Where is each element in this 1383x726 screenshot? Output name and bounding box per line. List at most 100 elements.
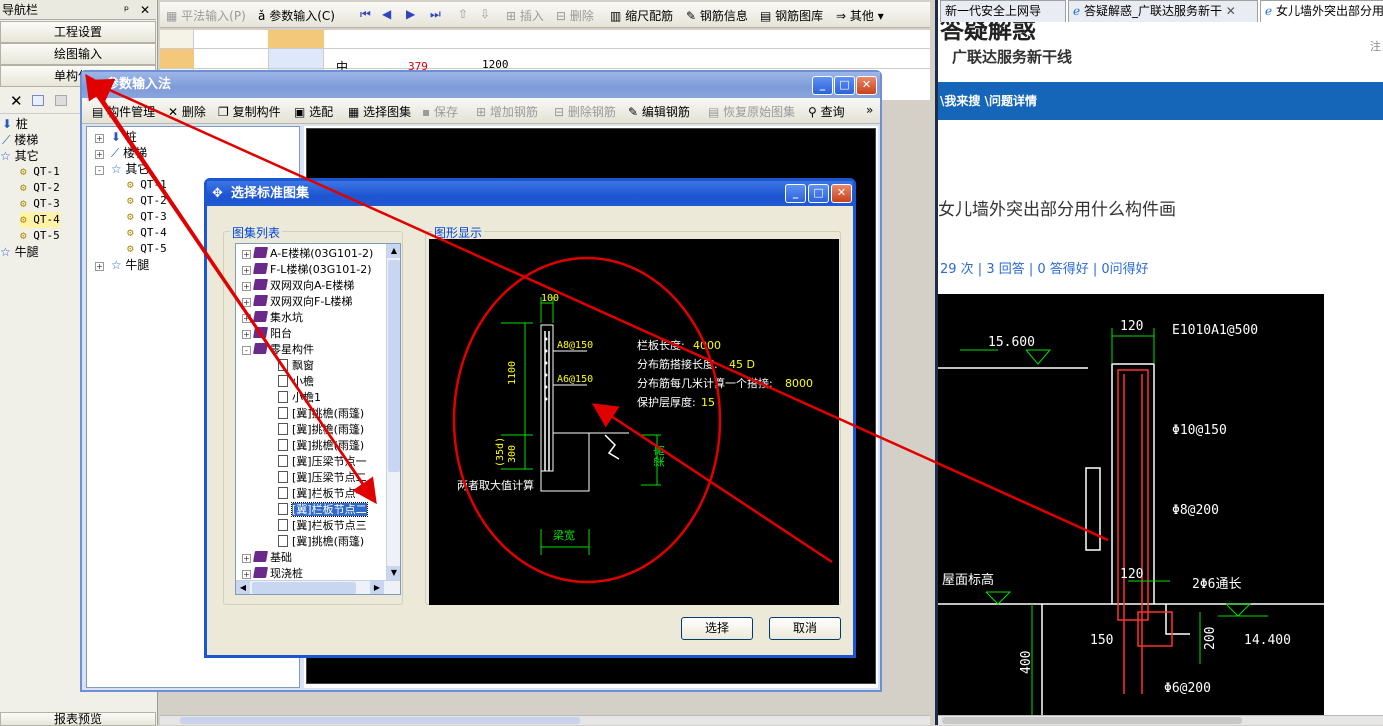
nav-tree-item-corbel[interactable]: ☆ 牛腿 xyxy=(0,244,39,260)
choose-atlas-button[interactable]: ▦ 选择图集 xyxy=(348,103,411,120)
atlas-tree-item[interactable]: + 阳台 xyxy=(242,326,292,342)
expand-icon[interactable]: + xyxy=(242,282,251,291)
grid-column-header[interactable] xyxy=(268,30,324,48)
expand-icon[interactable]: + xyxy=(242,314,251,323)
tree-item-qt3[interactable]: ⚙ QT-3 xyxy=(127,209,167,225)
rebar-library-button[interactable]: ▤ 钢筋图库 xyxy=(760,7,823,24)
expand-icon[interactable]: + xyxy=(242,250,251,259)
scroll-thumb[interactable] xyxy=(942,717,1242,724)
paste-icon[interactable] xyxy=(55,95,67,106)
delete-rebar-button[interactable]: ⊟ 删除钢筋 xyxy=(554,103,616,120)
nav-tree-item-qt2[interactable]: ⚙ QT-2 xyxy=(20,180,60,196)
atlas-tree-item[interactable]: [冀]栏板节点三 xyxy=(278,518,367,534)
scroll-down-icon[interactable]: ▼ xyxy=(387,566,400,580)
prev-icon[interactable]: ◀ xyxy=(382,7,391,21)
pin-icon[interactable]: ᵖ xyxy=(124,0,129,20)
atlas-tree-item[interactable]: [冀]挑檐(雨篷) xyxy=(278,406,364,422)
atlas-tree-item[interactable]: + 双网双向F-L楼梯 xyxy=(242,294,352,310)
scroll-left-icon[interactable]: ◀ xyxy=(236,581,250,594)
next-icon[interactable]: ▶ xyxy=(406,7,415,21)
param-window-titlebar[interactable]: ✥ 参数输入法 _ □ ✕ xyxy=(82,72,880,98)
toolbar-overflow-button[interactable]: » xyxy=(866,103,873,117)
scroll-right-icon[interactable]: ▶ xyxy=(370,581,384,594)
expand-icon[interactable]: + xyxy=(242,570,251,579)
tree-item-qt1[interactable]: ⚙ QT-1 xyxy=(127,177,167,193)
other-menu-button[interactable]: ⇒ 其他 ▾ xyxy=(836,7,884,24)
atlas-tree-item[interactable]: + 双网双向A-E楼梯 xyxy=(242,278,354,294)
expand-icon[interactable]: + xyxy=(242,266,251,275)
tree-item-qt5[interactable]: ⚙ QT-5 xyxy=(127,241,167,257)
atlas-tree-item[interactable]: [冀]挑檐(雨篷) xyxy=(278,422,364,438)
atlas-tree-item[interactable]: + 集水坑 xyxy=(242,310,303,326)
close-button[interactable]: ✕ xyxy=(856,76,877,95)
grid-selected-row-header[interactable] xyxy=(160,48,194,68)
param2-value[interactable]: 45 D xyxy=(729,358,755,371)
nav-tree-item-qt4[interactable]: ⚙ QT-4 xyxy=(20,212,60,228)
tree-item-stairs[interactable]: + ⟋ 楼梯 xyxy=(95,145,147,161)
up-icon[interactable]: ⇧ xyxy=(458,7,468,21)
param4-value[interactable]: 15 xyxy=(701,396,715,409)
atlas-tree-hscrollbar[interactable]: ◀ ▶ xyxy=(236,580,400,594)
tab-close-icon[interactable]: ✕ xyxy=(1226,4,1236,18)
atlas-tree-vscrollbar[interactable]: ▲ ▼ xyxy=(386,244,400,580)
nav-tree-item-pile[interactable]: ⬇ 桩 xyxy=(2,116,28,132)
browser-hscrollbar[interactable] xyxy=(938,715,1383,725)
nav-draw-input-button[interactable]: 绘图输入 xyxy=(0,43,156,65)
restore-atlas-button[interactable]: ▤ 恢复原始图集 xyxy=(708,103,795,120)
nav-close-icon[interactable]: ✕ xyxy=(140,0,150,20)
expand-icon[interactable]: + xyxy=(242,330,251,339)
atlas-tree-item[interactable]: + F-L楼梯(03G101-2) xyxy=(242,262,372,278)
expand-icon[interactable]: + xyxy=(242,554,251,563)
maximize-button[interactable]: □ xyxy=(808,184,829,203)
copy-icon[interactable] xyxy=(32,95,44,106)
param-input-button[interactable]: ǎ 参数输入(C) xyxy=(258,7,335,24)
cancel-button[interactable]: 取消 xyxy=(769,617,841,640)
atlas-tree-item[interactable]: [冀]栏板节点一 xyxy=(278,486,367,502)
expand-icon[interactable]: + xyxy=(242,298,251,307)
scroll-thumb[interactable] xyxy=(252,582,356,594)
first-icon[interactable]: ⏮ xyxy=(360,7,371,22)
scale-rebar-button[interactable]: ▥ 缩尺配筋 xyxy=(610,7,673,24)
atlas-tree-item[interactable]: - 零星构件 xyxy=(242,342,314,358)
nav-tree-item-other[interactable]: ☆ 其它 xyxy=(0,148,39,164)
add-rebar-button[interactable]: ⊞ 增加钢筋 xyxy=(476,103,538,120)
param1-value[interactable]: 4000 xyxy=(693,339,721,352)
scroll-thumb[interactable] xyxy=(388,260,400,472)
member-manage-button[interactable]: ▤ 构件管理 xyxy=(92,103,155,120)
atlas-tree-item[interactable]: 小檐1 xyxy=(278,390,321,406)
scroll-up-icon[interactable]: ▲ xyxy=(387,244,400,258)
param3-value[interactable]: 8000 xyxy=(785,377,813,390)
nav-tree-item-stairs[interactable]: ⟋ 楼梯 xyxy=(2,132,38,148)
breadcrumb-links[interactable]: \我来搜 \问题详情 xyxy=(940,94,1037,108)
edit-rebar-button[interactable]: ✎ 编辑钢筋 xyxy=(628,103,690,120)
scroll-thumb[interactable] xyxy=(180,717,580,724)
match-button[interactable]: ▣ 选配 xyxy=(294,103,333,120)
rebar-info-button[interactable]: ✎ 钢筋信息 xyxy=(686,7,748,24)
browser-tab-2[interactable]: ℯ 答疑解惑_广联达服务新干 ✕ xyxy=(1068,0,1258,22)
delete-icon[interactable]: ✕ xyxy=(10,92,23,110)
atlas-tree-item[interactable]: [冀]栏板节点二 xyxy=(278,502,368,518)
copy-member-button[interactable]: ❐ 复制构件 xyxy=(218,103,281,120)
atlas-tree-item[interactable]: + 基础 xyxy=(242,550,292,566)
delete-row-button[interactable]: ⊟ 删除 xyxy=(556,7,594,24)
nav-tree-item-qt1[interactable]: ⚙ QT-1 xyxy=(20,164,60,180)
atlas-tree-item[interactable]: 小檐 xyxy=(278,374,314,390)
nav-report-preview-button[interactable]: 报表预览 xyxy=(0,712,156,726)
tree-item-qt4[interactable]: ⚙ QT-4 xyxy=(127,225,167,241)
minimize-button[interactable]: _ xyxy=(812,76,833,95)
collapse-icon[interactable]: - xyxy=(242,346,251,355)
atlas-tree-item[interactable]: [冀]压梁节点一 xyxy=(278,454,367,470)
atlas-tree-item[interactable]: [冀]挑檐(雨篷) xyxy=(278,534,364,550)
last-icon[interactable]: ⏭ xyxy=(430,7,441,22)
browser-tab-3-active[interactable]: ℯ 女儿墙外突出部分用 xyxy=(1260,0,1383,22)
tree-item-qt2[interactable]: ⚙ QT-2 xyxy=(127,193,167,209)
atlas-tree-item[interactable]: 飘窗 xyxy=(278,358,314,374)
atlas-tree-item[interactable]: [冀]压梁节点二 xyxy=(278,470,367,486)
nav-tree-item-qt3[interactable]: ⚙ QT-3 xyxy=(20,196,60,212)
formula-input-button[interactable]: ▦ 平法输入(P) xyxy=(166,7,246,24)
tree-item-other[interactable]: - ☆ 其它 xyxy=(95,161,149,177)
atlas-tree-item[interactable]: [冀]挑檐(雨篷) xyxy=(278,438,364,454)
maximize-button[interactable]: □ xyxy=(834,76,855,95)
nav-tree-item-qt5[interactable]: ⚙ QT-5 xyxy=(20,228,60,244)
select-button[interactable]: 选择 xyxy=(681,617,753,640)
